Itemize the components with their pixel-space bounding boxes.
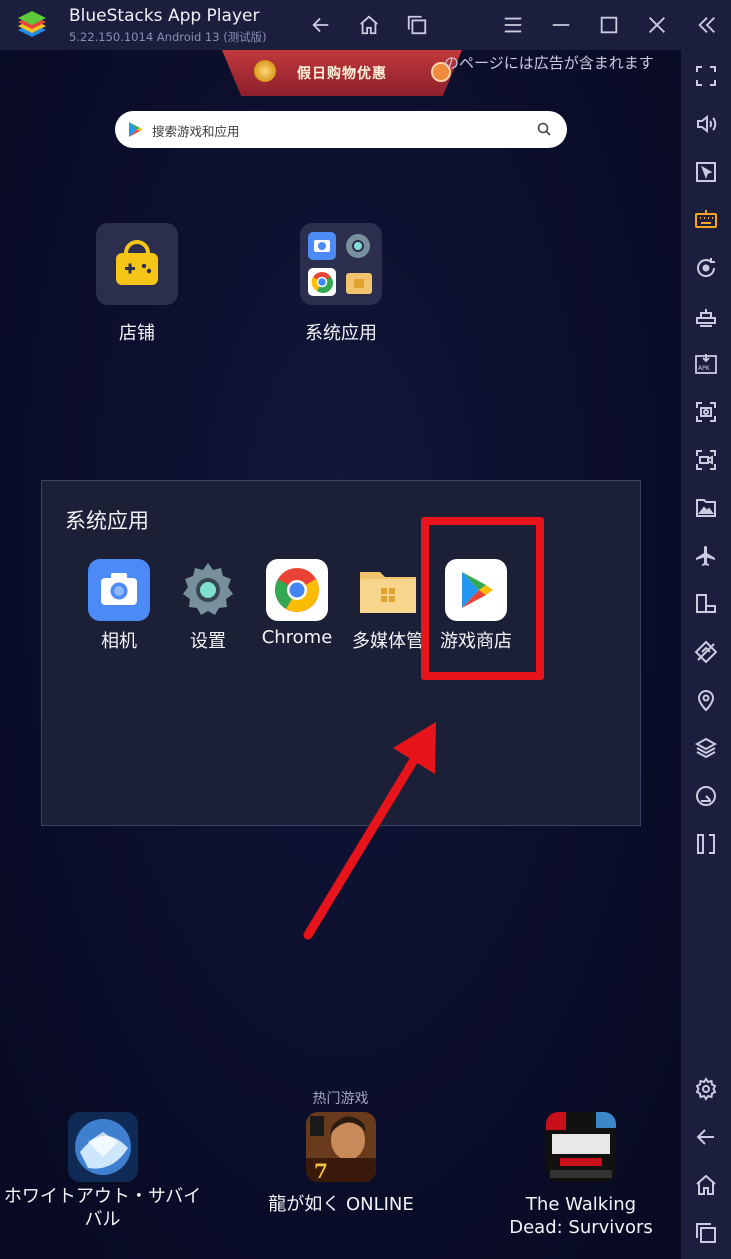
volume-button[interactable] (693, 111, 719, 137)
apk-install-button[interactable]: APK (693, 351, 719, 377)
svg-text:7: 7 (314, 1159, 328, 1182)
system-apps-label: 系统应用 (305, 323, 377, 344)
home-button[interactable] (354, 9, 384, 41)
home-icon (696, 1174, 716, 1195)
ad-notice-text: のページには広告が含まれます (444, 54, 654, 72)
store-app[interactable] (96, 223, 178, 305)
maximize-icon (600, 16, 618, 34)
highlight-annotation-box (421, 517, 544, 680)
eco-mode-icon (694, 640, 718, 664)
android-home-button[interactable] (693, 1172, 719, 1198)
system-apps-folder-icon (308, 232, 372, 296)
macro-button[interactable] (693, 303, 719, 329)
recent-apps-icon (696, 1223, 716, 1243)
keyboard-icon (695, 210, 717, 228)
layers-icon (694, 737, 718, 759)
volume-icon (697, 114, 717, 134)
speedometer-icon (696, 786, 716, 806)
media-manager-folder-icon (360, 572, 416, 613)
arrow-left-icon (696, 1129, 714, 1145)
google-play-icon (129, 122, 143, 137)
chrome-icon (266, 559, 328, 621)
airplane-mode-button[interactable] (693, 543, 719, 569)
folder-title: 系统应用 (65, 509, 149, 533)
minimize-button[interactable] (546, 9, 576, 41)
settings-gear-icon (183, 563, 233, 615)
store-label: 店铺 (119, 323, 155, 344)
screenshot-button[interactable] (693, 399, 719, 425)
fullscreen-icon (696, 66, 716, 86)
whiteout-survival-icon (68, 1112, 138, 1182)
ryu-ga-gotoku-online-icon: 7 (306, 1112, 376, 1182)
settings-button[interactable] (693, 1076, 719, 1102)
whiteout-survival-label: ホワイトアウト・サバイバル (3, 1186, 202, 1230)
media-folder-icon (696, 499, 716, 517)
walking-dead-survivors-game[interactable] (546, 1112, 616, 1182)
title-bar: BlueStacks App Player 5.22.150.1014 Andr… (0, 0, 731, 50)
search-input[interactable]: 搜索游戏和应用 (115, 111, 567, 148)
screenshot-icon (696, 402, 716, 422)
recent-apps-icon (407, 15, 427, 35)
whiteout-survival-game[interactable] (68, 1112, 138, 1182)
collapse-sidebar-button[interactable] (692, 9, 722, 41)
android-home-screen: 假日购物优惠 のページには広告が含まれます 搜索游戏和应用 店铺 系统应用 系统… (0, 50, 681, 1259)
system-apps-folder[interactable] (300, 223, 382, 305)
hamburger-menu-icon (504, 17, 522, 33)
camera-icon (88, 559, 150, 621)
ryu-ga-gotoku-online-label: 龍が如く ONLINE (268, 1194, 414, 1215)
performance-button[interactable] (693, 783, 719, 809)
pointer-button[interactable] (693, 159, 719, 185)
maximize-button[interactable] (594, 9, 624, 41)
search-icon (537, 122, 551, 136)
multi-instance-button[interactable] (693, 591, 719, 617)
layers-button[interactable] (693, 735, 719, 761)
home-icon (360, 15, 378, 35)
search-placeholder: 搜索游戏和应用 (152, 124, 240, 139)
hot-games-title: 热门游戏 (312, 1091, 369, 1107)
keyboard-button[interactable] (693, 207, 719, 233)
ryu-ga-gotoku-online-game[interactable]: 7 (306, 1112, 376, 1182)
media-folder-button[interactable] (693, 495, 719, 521)
android-back-button[interactable] (693, 1124, 719, 1150)
recent-apps-button[interactable] (402, 9, 432, 41)
bluestacks-logo-icon (18, 11, 46, 37)
sidebar-toggle-button[interactable] (693, 831, 719, 857)
apk-install-icon: APK (695, 354, 717, 374)
pointer-icon (696, 162, 716, 182)
store-bag-icon (116, 240, 158, 285)
walking-dead-survivors-icon (546, 1112, 616, 1182)
sidebar-panel-icon (697, 834, 715, 854)
record-button[interactable] (693, 447, 719, 473)
location-button[interactable] (693, 687, 719, 713)
fullscreen-button[interactable] (693, 63, 719, 89)
annotation-arrow-icon (303, 722, 436, 940)
svg-text:APK: APK (698, 365, 711, 372)
record-video-icon (696, 450, 716, 470)
close-icon (649, 17, 665, 33)
rotate-button[interactable] (693, 255, 719, 281)
menu-button[interactable] (498, 9, 528, 41)
eco-mode-button[interactable] (693, 639, 719, 665)
airplane-icon (696, 546, 715, 566)
location-pin-icon (697, 690, 715, 712)
close-button[interactable] (642, 9, 672, 41)
macro-icon (696, 309, 716, 327)
walking-dead-survivors-label: The Walking Dead: Survivors (509, 1194, 653, 1238)
android-recents-button[interactable] (693, 1220, 719, 1246)
side-toolbar: APK (681, 50, 731, 1259)
minimize-icon (552, 24, 570, 26)
version-text: 5.22.150.1014 Android 13 (测试版) (69, 30, 267, 44)
gear-icon (695, 1077, 717, 1101)
back-button[interactable] (306, 9, 336, 41)
arrow-left-icon (312, 17, 329, 33)
window-title: BlueStacks App Player (69, 6, 260, 26)
promo-banner-text: 假日购物优惠 (297, 66, 387, 82)
coin-icon (254, 60, 276, 82)
multi-instance-icon (696, 594, 716, 613)
rotate-icon (697, 258, 716, 277)
double-chevron-left-icon (698, 17, 715, 33)
